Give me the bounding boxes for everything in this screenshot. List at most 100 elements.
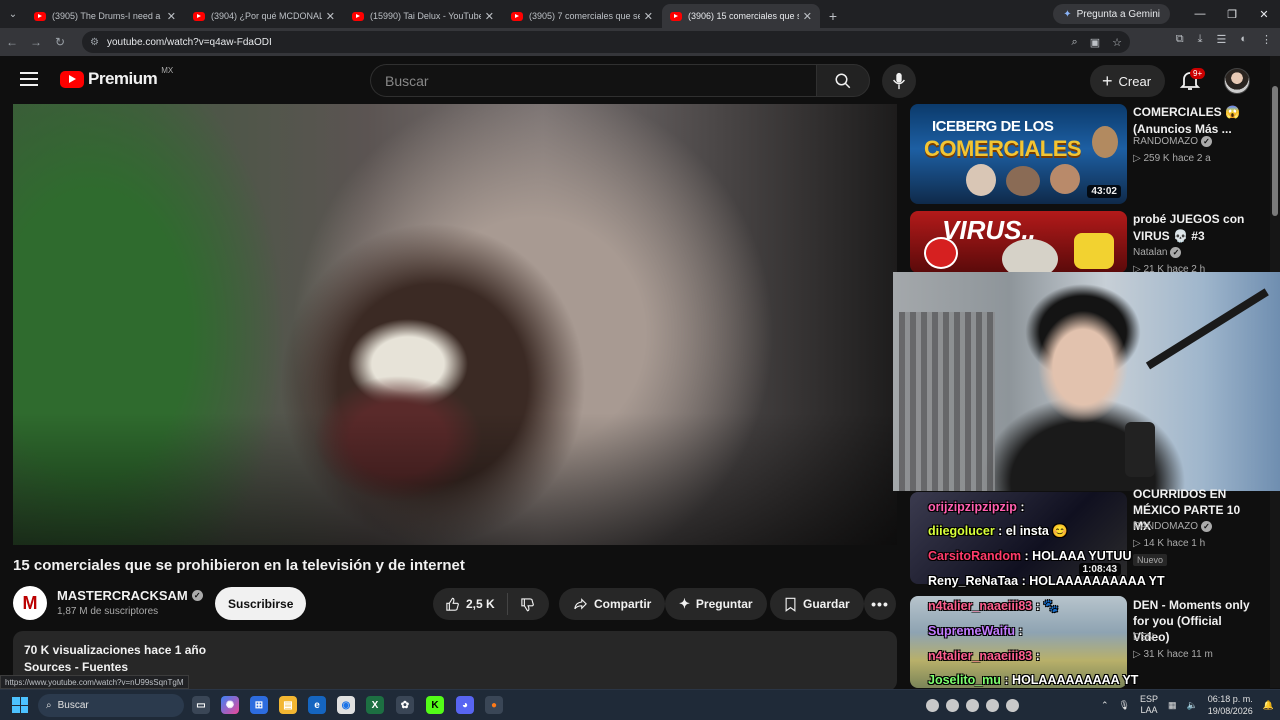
save-button[interactable]: Guardar [770,588,864,620]
video-thumbnail[interactable]: ICEBERG DE LOS COMERCIALES 43:02 [910,104,1127,204]
tab-search-chevron-icon[interactable]: ⌄ [0,0,26,28]
profile-icon[interactable]: ◐ [1240,33,1247,46]
url-text: youtube.com/watch?v=q4aw-FdaODI [106,36,272,48]
close-window-icon[interactable]: ✕ [1248,0,1280,28]
create-button[interactable]: + Crear [1090,65,1166,97]
copilot-icon[interactable]: ✺ [221,696,239,714]
chat-text: : HOLAAAAAAAAA YT [1000,673,1139,687]
tray-app-icon[interactable] [966,699,979,712]
zoom-icon[interactable]: ⌕ [1072,36,1078,49]
share-button[interactable]: Compartir [559,588,666,620]
video-player[interactable] [13,104,897,545]
translate-icon[interactable]: ▣ [1090,36,1100,49]
clock[interactable]: 06:18 p. m. 19/08/2026 [1208,693,1253,717]
taskbar-search[interactable]: ⌕ Buscar [38,694,184,717]
browser-tab-5-active[interactable]: (3906) 15 comerciales que se p... ✕ [662,4,820,28]
file-explorer-icon[interactable]: ▤ [279,696,297,714]
dislike-button[interactable] [508,597,549,612]
tab-title: (3905) The Drums-I need a Do... [52,11,163,21]
windows-start-icon[interactable] [12,697,28,713]
tray-app-icon[interactable] [926,699,939,712]
minimize-icon[interactable]: — [1184,0,1216,28]
browser-tab-2[interactable]: (3904) ¿Por qué MCDONALD'S... ✕ [185,4,343,28]
channel-name[interactable]: Natalan ✓ [1133,247,1182,258]
back-icon[interactable]: ← [0,30,24,54]
site-settings-icon[interactable]: ⚙ [90,37,99,48]
thumbnail-face [966,164,996,196]
notifications-icon[interactable]: 🔔 [1263,700,1274,711]
store-icon[interactable]: ⊞ [250,696,268,714]
tab-title: (3904) ¿Por qué MCDONALD'S... [211,11,322,21]
windows-taskbar: ⌕ Buscar ▭ ✺ ⊞ ▤ e ◉ X ✿ K ◕ ● ⌃ 🎙 ESP L… [0,689,1280,720]
tray-app-icon[interactable] [946,699,959,712]
browser-menu-icon[interactable]: ⋮ [1261,33,1272,46]
streamer-webcam-overlay [893,272,1280,491]
video-thumbnail[interactable]: VIRUS.. [910,211,1127,273]
close-tab-icon[interactable]: ✕ [326,10,335,23]
browser-tab-3[interactable]: (15990) Tai Delux - YouTube ✕ [344,4,502,28]
video-title: COMERCIALES 😱 (Anuncios Más ... [1133,105,1240,136]
scrollbar-thumb[interactable] [1272,86,1278,216]
tray-app-icon[interactable] [1006,699,1019,712]
player-frame-shade [13,104,897,545]
chair-back [899,312,995,491]
browser-tab-1[interactable]: (3905) The Drums-I need a Do... ✕ [26,4,184,28]
network-icon[interactable]: ▦ [1168,700,1177,711]
forward-icon[interactable]: → [24,30,48,54]
like-button[interactable]: 2,5 K [445,593,508,615]
kick-icon[interactable]: K [426,696,444,714]
channel-avatar[interactable]: M [13,586,47,620]
tray-app-icon[interactable] [986,699,999,712]
youtube-premium-logo[interactable]: Premium MX [60,66,173,89]
search-button[interactable] [816,64,870,97]
microphone [1125,422,1155,477]
chat-text: : [1016,500,1025,514]
browser-tab-strip: ⌄ (3905) The Drums-I need a Do... ✕ (390… [0,0,1280,28]
channel-name[interactable]: RANDOMAZO ✓ [1133,136,1212,147]
reading-list-icon[interactable]: ☰ [1216,33,1226,46]
microphone-tray-icon[interactable]: 🎙 [1119,700,1130,711]
task-view-icon[interactable]: ▭ [192,696,210,714]
subscribe-button[interactable]: Suscribirse [215,587,307,620]
gemini-button[interactable]: ✦ Pregunta a Gemini [1053,4,1170,24]
menu-icon[interactable] [20,72,38,86]
more-actions-icon[interactable]: ••• [864,588,896,620]
close-tab-icon[interactable]: ✕ [803,10,812,23]
obs-icon[interactable]: ● [485,696,503,714]
volume-icon[interactable]: 🔈 [1187,700,1198,711]
extensions-icon[interactable]: ⧉ [1176,33,1184,46]
tray-overflow-chevron-icon[interactable]: ⌃ [1101,700,1109,711]
close-tab-icon[interactable]: ✕ [167,10,176,23]
browser-tab-4[interactable]: (3905) 7 comerciales que se pro... ✕ [503,4,661,28]
thumbnail-text: ICEBERG DE LOS [932,118,1054,135]
channel-name[interactable]: MASTERCRACKSAM ✓ [57,588,203,603]
address-bar[interactable]: ⚙ youtube.com/watch?v=q4aw-FdaODI ⌕ ▣ ☆ [82,31,1130,53]
youtube-header: Premium MX Buscar + Crear 9+ [0,56,1270,104]
recommended-video-1[interactable]: ICEBERG DE LOS COMERCIALES 43:02 COMERCI… [910,104,1270,204]
bookmark-star-icon[interactable]: ☆ [1112,36,1122,49]
downloads-icon[interactable]: ⤓ [1198,33,1203,46]
link-status-url: https://www.youtube.com/watch?v=nU99sSqn… [0,675,189,689]
new-tab-icon[interactable]: + [821,4,845,28]
system-tray: ⌃ 🎙 ESP LAA ▦ 🔈 06:18 p. m. 19/08/2026 🔔 [1101,693,1274,717]
user-avatar[interactable] [1224,68,1250,94]
close-tab-icon[interactable]: ✕ [485,10,494,23]
restore-icon[interactable]: ❐ [1216,0,1248,28]
language-code: ESP [1139,694,1158,704]
language-indicator[interactable]: ESP LAA [1140,694,1158,716]
reload-icon[interactable]: ↻ [48,30,72,54]
chrome-icon[interactable]: ◉ [337,696,355,714]
thumbnail-text: COMERCIALES [924,136,1082,161]
search-input[interactable]: Buscar [370,64,816,97]
recommended-video-2[interactable]: VIRUS.. probé JUEGOS con VIRUS 💀 #3 Nata… [910,211,1270,275]
edge-icon[interactable]: e [308,696,326,714]
discord-icon[interactable]: ◕ [456,696,474,714]
tab-title: (3905) 7 comerciales que se pro... [529,11,640,21]
youtube-favicon-icon [670,11,682,21]
voice-search-button[interactable] [882,64,916,98]
excel-icon[interactable]: X [366,696,384,714]
ask-button[interactable]: ✦ Preguntar [665,588,767,620]
close-tab-icon[interactable]: ✕ [644,10,653,23]
plus-icon: + [1102,71,1113,91]
app-icon[interactable]: ✿ [396,696,414,714]
